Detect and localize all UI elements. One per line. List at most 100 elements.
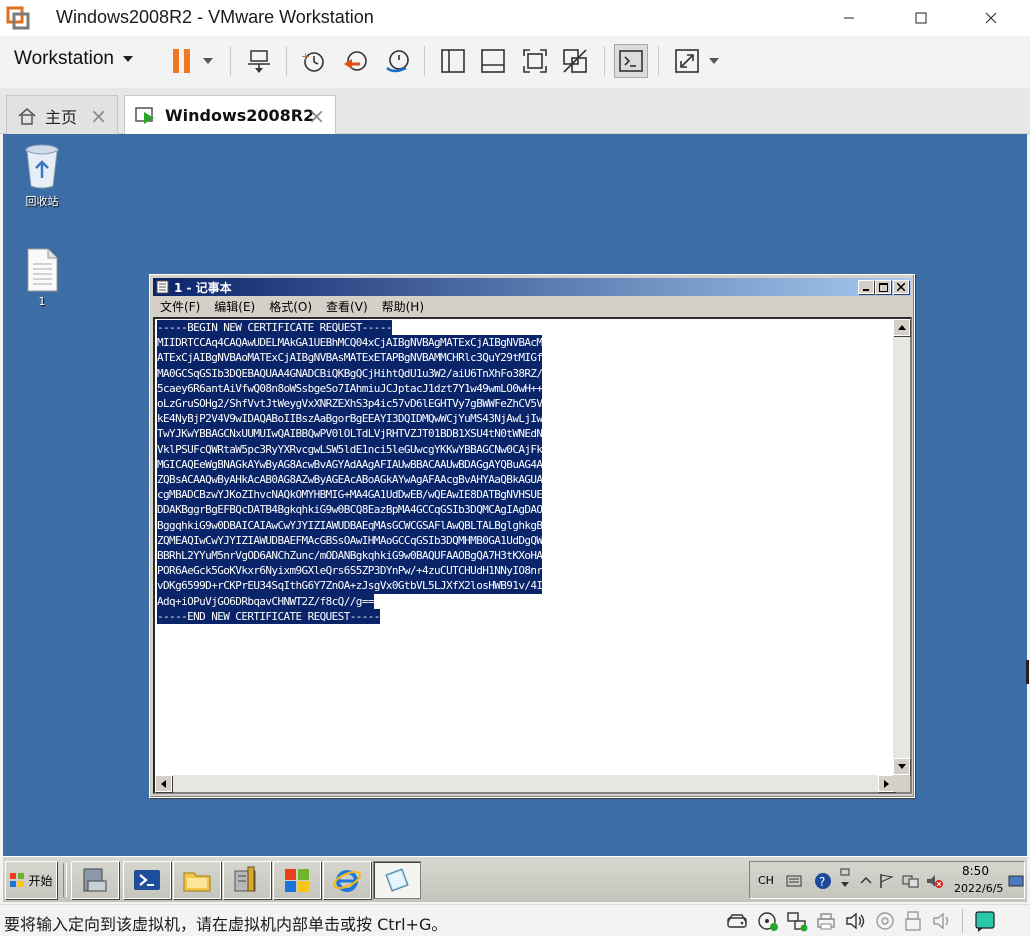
snapshot-manager-button[interactable] — [380, 44, 414, 78]
notepad-close-button[interactable] — [893, 280, 909, 294]
home-icon — [18, 107, 36, 125]
taskbar-grip — [63, 863, 67, 897]
status-message: 要将输入定向到该虚拟机，请在虚拟机内部单击或按 Ctrl+G。 — [4, 915, 448, 934]
unity-icon — [563, 49, 587, 73]
menu-help[interactable]: 帮助(H) — [375, 297, 431, 316]
hard-disk-icon — [727, 914, 747, 928]
guest-taskbar: 开始 CH ? 8:50 2022/6/5 — [3, 856, 1027, 902]
usb-status[interactable] — [902, 910, 924, 932]
minimize-button[interactable] — [826, 0, 872, 36]
network-adapter-status[interactable] — [786, 910, 808, 932]
arrow-right-icon — [884, 779, 889, 788]
volume-muted-icon[interactable] — [926, 873, 944, 889]
window-title: Windows2008R2 - VMware Workstation — [56, 7, 374, 27]
tab-windows2008r2[interactable]: Windows2008R2 × — [124, 95, 336, 135]
notepad-minimize-button[interactable] — [858, 280, 874, 294]
notepad-title-bar[interactable]: 1 - 记事本 — [153, 278, 911, 296]
revert-snapshot-button[interactable] — [338, 44, 372, 78]
language-indicator[interactable]: CH — [758, 874, 774, 887]
taskbar-media[interactable] — [273, 861, 321, 899]
chevron-down-icon — [709, 58, 719, 64]
chevron-up-icon[interactable] — [860, 876, 872, 884]
webcam-icon — [876, 912, 894, 930]
options-arrow-icon[interactable] — [840, 868, 850, 890]
show-thumbnail-bar-button[interactable] — [476, 44, 510, 78]
usb-icon — [905, 911, 921, 931]
maximize-button[interactable] — [898, 0, 944, 36]
tab-home[interactable]: 主页 × — [6, 95, 118, 135]
close-icon — [985, 12, 997, 24]
sidebar-layout-icon — [441, 49, 465, 73]
console-view-button[interactable] — [614, 44, 648, 78]
camera-status[interactable] — [874, 910, 896, 932]
notepad-maximize-button[interactable] — [875, 280, 891, 294]
horizontal-scrollbar[interactable] — [155, 775, 895, 792]
snapshot-manager-icon — [386, 50, 409, 73]
notepad-text-area[interactable]: -----BEGIN NEW CERTIFICATE REQUEST----- M… — [153, 317, 912, 794]
scroll-up-button[interactable] — [893, 319, 910, 336]
taskbar-tools[interactable] — [223, 861, 271, 899]
action-center-flag-icon[interactable] — [878, 873, 894, 889]
menu-view[interactable]: 查看(V) — [319, 297, 375, 316]
sound-status[interactable] — [845, 910, 867, 932]
taskbar-powershell[interactable] — [123, 861, 171, 899]
speaker-icon — [846, 912, 865, 930]
network-icon[interactable] — [902, 873, 920, 889]
taskbar-internet-explorer[interactable] — [323, 861, 371, 899]
taskbar-notepad-active[interactable] — [373, 861, 421, 899]
snapshot-clock-icon: + — [301, 50, 324, 72]
show-desktop-icon[interactable] — [1008, 874, 1024, 888]
workstation-menu[interactable]: Workstation — [14, 48, 134, 70]
notepad-title: 1 - 记事本 — [174, 280, 232, 295]
vertical-scrollbar[interactable] — [893, 319, 910, 775]
cd-drive-icon — [758, 912, 778, 931]
notepad-icon — [156, 280, 169, 294]
resize-marker — [1026, 660, 1029, 684]
desktop-icon-text-file[interactable]: 1 — [4, 248, 80, 308]
send-ctrl-alt-del-button[interactable] — [242, 44, 276, 78]
start-button[interactable]: 开始 — [5, 861, 57, 899]
snapshot-button[interactable]: + — [296, 44, 330, 78]
clock-time[interactable]: 8:50 — [962, 864, 989, 878]
scroll-left-button[interactable] — [155, 775, 172, 792]
text-line: VklPSUFcQWRtaW5pc3RyYXRvcgwLSW5ldE1nci5l… — [157, 441, 543, 457]
close-tab-icon[interactable]: × — [90, 104, 107, 128]
cd-dvd-status[interactable] — [757, 910, 779, 932]
guest-desktop[interactable]: 回收站 1 1 - 记事本 文件(F) 编辑(E) 格式(O) 查看(V) 帮助… — [3, 134, 1027, 902]
help-icon[interactable]: ? — [814, 872, 832, 890]
taskbar-server-manager[interactable] — [71, 861, 119, 899]
menu-edit[interactable]: 编辑(E) — [207, 297, 262, 316]
printer-status[interactable] — [815, 910, 837, 932]
text-line: MGICAQEeWgBNAGkAYwByAG8AcwBvAGYAdAAgAFIA… — [157, 456, 543, 473]
keyboard-icon[interactable] — [786, 874, 802, 888]
stretch-guest-button[interactable] — [670, 44, 724, 78]
start-label: 开始 — [28, 873, 53, 888]
speaker-icon — [933, 912, 949, 930]
taskbar-explorer[interactable] — [173, 861, 221, 899]
menu-format[interactable]: 格式(O) — [262, 297, 319, 316]
admin-tools-icon — [234, 866, 256, 892]
show-library-button[interactable] — [436, 44, 470, 78]
toolbar-separator — [424, 46, 425, 76]
stretch-icon — [675, 49, 699, 73]
audio-device-status[interactable] — [932, 910, 954, 932]
vmware-toolbar: Workstation + — [0, 36, 1030, 86]
menu-file[interactable]: 文件(F) — [153, 297, 207, 316]
desktop-icon-recycle-bin[interactable]: 回收站 — [4, 142, 80, 209]
close-tab-icon[interactable]: × — [308, 104, 325, 128]
folder-icon — [183, 872, 211, 892]
close-button[interactable] — [968, 0, 1014, 36]
vmware-logo-icon — [6, 6, 30, 30]
message-log-button[interactable] — [974, 910, 996, 932]
text-line: ZQBsACAAQwByAHkAcAB0AG8AZwByAGEAcABoAGkA… — [157, 472, 543, 488]
full-screen-icon — [523, 49, 547, 73]
clock-date[interactable]: 2022/6/5 — [954, 882, 1003, 895]
unity-button[interactable] — [558, 44, 592, 78]
text-line: kE4NyBjP2V4V9wIDAQABoIIBszAaBgorBgEEAYI3… — [157, 411, 543, 427]
notepad-text[interactable]: -----BEGIN NEW CERTIFICATE REQUEST----- M… — [157, 320, 894, 776]
full-screen-button[interactable] — [518, 44, 552, 78]
scroll-down-button[interactable] — [893, 758, 910, 775]
pause-button[interactable] — [166, 44, 218, 78]
hard-disk-status[interactable] — [726, 910, 748, 932]
thumbnail-layout-icon — [481, 49, 505, 73]
